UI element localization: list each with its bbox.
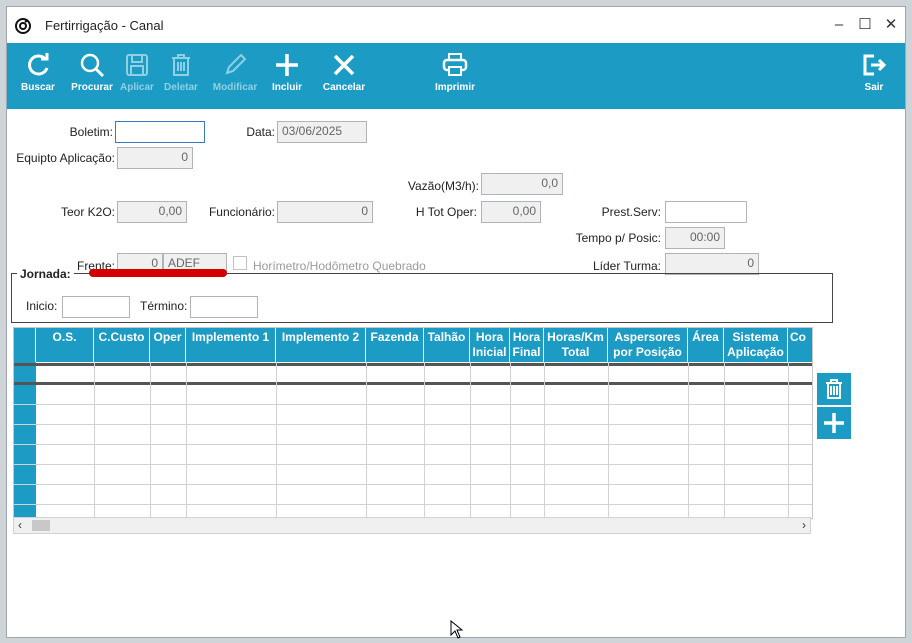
vazao-input[interactable]: 0,0 (481, 173, 563, 195)
trash-icon (826, 379, 842, 399)
pencil-icon (225, 53, 247, 75)
funcionario-label: Funcionário: (208, 205, 275, 219)
scroll-right-icon[interactable]: › (802, 518, 806, 533)
window-title: Fertirrigação - Canal (45, 18, 164, 33)
inicio-input[interactable] (62, 296, 130, 318)
grid-corner (14, 328, 36, 362)
form-area: Boletim: Data: 03/06/2025 Equipto Aplica… (7, 109, 905, 639)
toolbar: Buscar Procurar Aplicar Deletar Modifica… (7, 43, 905, 109)
horizontal-scrollbar[interactable]: ‹ › (13, 517, 811, 534)
col-hora-inicial[interactable]: Hora Inicial (470, 328, 510, 362)
refresh-icon (28, 53, 49, 76)
col-oper[interactable]: Oper (150, 328, 186, 362)
data-label: Data: (246, 125, 275, 139)
exit-icon (863, 54, 887, 76)
funcionario-input[interactable]: 0 (277, 201, 373, 223)
data-grid[interactable]: O.S. C.Custo Oper Implemento 1 Implement… (13, 327, 813, 519)
minimize-button[interactable]: – (827, 15, 851, 35)
modificar-button[interactable]: Modificar (209, 43, 261, 109)
termino-input[interactable] (190, 296, 258, 318)
col-talhao[interactable]: Talhão (424, 328, 470, 362)
save-icon (126, 54, 148, 76)
tempo-input[interactable]: 00:00 (665, 227, 725, 249)
tempo-label: Tempo p/ Posic: (575, 231, 661, 245)
col-os[interactable]: O.S. (36, 328, 94, 362)
col-horas-km[interactable]: Horas/Km Total (544, 328, 608, 362)
col-implemento1[interactable]: Implemento 1 (186, 328, 276, 362)
htot-label: H Tot Oper: (415, 205, 477, 219)
data-input[interactable]: 03/06/2025 (277, 121, 367, 143)
grid-current-row-border (14, 382, 812, 385)
plus-icon (824, 413, 844, 433)
prest-label: Prest.Serv: (601, 205, 661, 219)
col-aspersores[interactable]: Aspersores por Posição (608, 328, 688, 362)
col-fazenda[interactable]: Fazenda (366, 328, 424, 362)
htot-input[interactable]: 0,00 (481, 201, 541, 223)
red-highlight-bar (89, 269, 227, 277)
col-area[interactable]: Área (688, 328, 724, 362)
col-implemento2[interactable]: Implemento 2 (276, 328, 366, 362)
close-button[interactable]: ✕ (879, 15, 903, 35)
deletar-button[interactable]: Deletar (161, 43, 201, 109)
x-icon (333, 54, 355, 76)
col-hora-final[interactable]: Hora Final (510, 328, 544, 362)
col-co[interactable]: Co (788, 328, 812, 362)
scroll-left-icon[interactable]: ‹ (18, 518, 22, 533)
col-ccusto[interactable]: C.Custo (94, 328, 150, 362)
trash-icon (172, 54, 190, 76)
procurar-button[interactable]: Procurar (65, 43, 119, 109)
boletim-label: Boletim: (69, 125, 113, 139)
cancelar-button[interactable]: Cancelar (319, 43, 369, 109)
app-window: Fertirrigação - Canal – ☐ ✕ Buscar Procu… (6, 6, 906, 638)
grid-header-divider (14, 363, 812, 366)
inicio-label: Inicio: (26, 299, 58, 313)
grid-header: O.S. C.Custo Oper Implemento 1 Implement… (14, 328, 812, 362)
delete-row-button[interactable] (817, 373, 851, 405)
mouse-cursor-icon (450, 620, 464, 639)
col-sistema[interactable]: Sistema Aplicação (724, 328, 788, 362)
prest-input[interactable] (665, 201, 747, 223)
termino-label: Término: (140, 299, 188, 313)
title-bar: Fertirrigação - Canal – ☐ ✕ (7, 7, 905, 43)
equipto-label: Equipto Aplicação: (16, 151, 115, 165)
sair-button[interactable]: Sair (857, 43, 891, 109)
plus-icon (276, 54, 298, 76)
buscar-button[interactable]: Buscar (13, 43, 63, 109)
jornada-title: Jornada: (17, 267, 74, 281)
boletim-input[interactable] (115, 121, 205, 143)
search-icon (80, 53, 105, 78)
horimetro-checkbox[interactable] (233, 256, 247, 270)
equipto-input[interactable]: 0 (117, 147, 193, 169)
incluir-button[interactable]: Incluir (265, 43, 309, 109)
aplicar-button[interactable]: Aplicar (117, 43, 157, 109)
jornada-group: Inicio: Término: (11, 273, 833, 323)
imprimir-button[interactable]: Imprimir (431, 43, 479, 109)
maximize-button[interactable]: ☐ (853, 15, 877, 35)
app-logo-icon (15, 18, 31, 34)
add-row-button[interactable] (817, 407, 851, 439)
lider-label: Líder Turma: (592, 259, 661, 273)
printer-icon (442, 53, 468, 76)
vazao-label: Vazão(M3/h): (407, 179, 479, 193)
row-selector-column[interactable] (14, 362, 36, 518)
teor-label: Teor K2O: (60, 205, 115, 219)
teor-input[interactable]: 0,00 (117, 201, 187, 223)
scrollbar-thumb[interactable] (32, 520, 50, 531)
lider-input[interactable]: 0 (665, 253, 759, 275)
horimetro-label: Horímetro/Hodômetro Quebrado (253, 259, 426, 273)
